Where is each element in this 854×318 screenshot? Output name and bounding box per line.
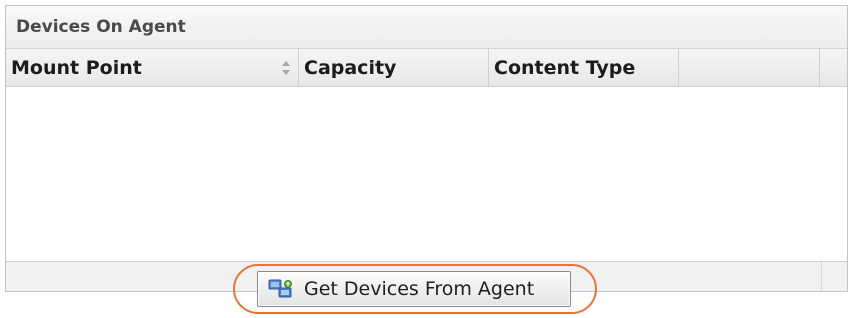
column-header-content-type[interactable]: Content Type bbox=[489, 49, 679, 86]
sort-icon[interactable] bbox=[282, 61, 290, 75]
panel-title: Devices On Agent bbox=[6, 6, 847, 49]
get-devices-label: Get Devices From Agent bbox=[304, 278, 535, 300]
grid-body bbox=[6, 87, 847, 267]
column-header-label: Mount Point bbox=[11, 57, 142, 79]
get-devices-from-agent-button[interactable]: Get Devices From Agent bbox=[257, 271, 571, 307]
column-header-mount-point[interactable]: Mount Point bbox=[6, 49, 299, 86]
column-header-empty bbox=[679, 49, 820, 86]
column-header-filler bbox=[820, 49, 847, 86]
toolbar-divider bbox=[821, 262, 822, 291]
devices-on-agent-panel: Devices On Agent Mount Point Capacity Co… bbox=[5, 5, 848, 292]
column-header-capacity[interactable]: Capacity bbox=[299, 49, 489, 86]
column-header-label: Content Type bbox=[494, 57, 636, 79]
grid-header: Mount Point Capacity Content Type bbox=[6, 49, 847, 87]
devices-sync-icon bbox=[268, 279, 292, 298]
column-header-label: Capacity bbox=[304, 57, 397, 79]
